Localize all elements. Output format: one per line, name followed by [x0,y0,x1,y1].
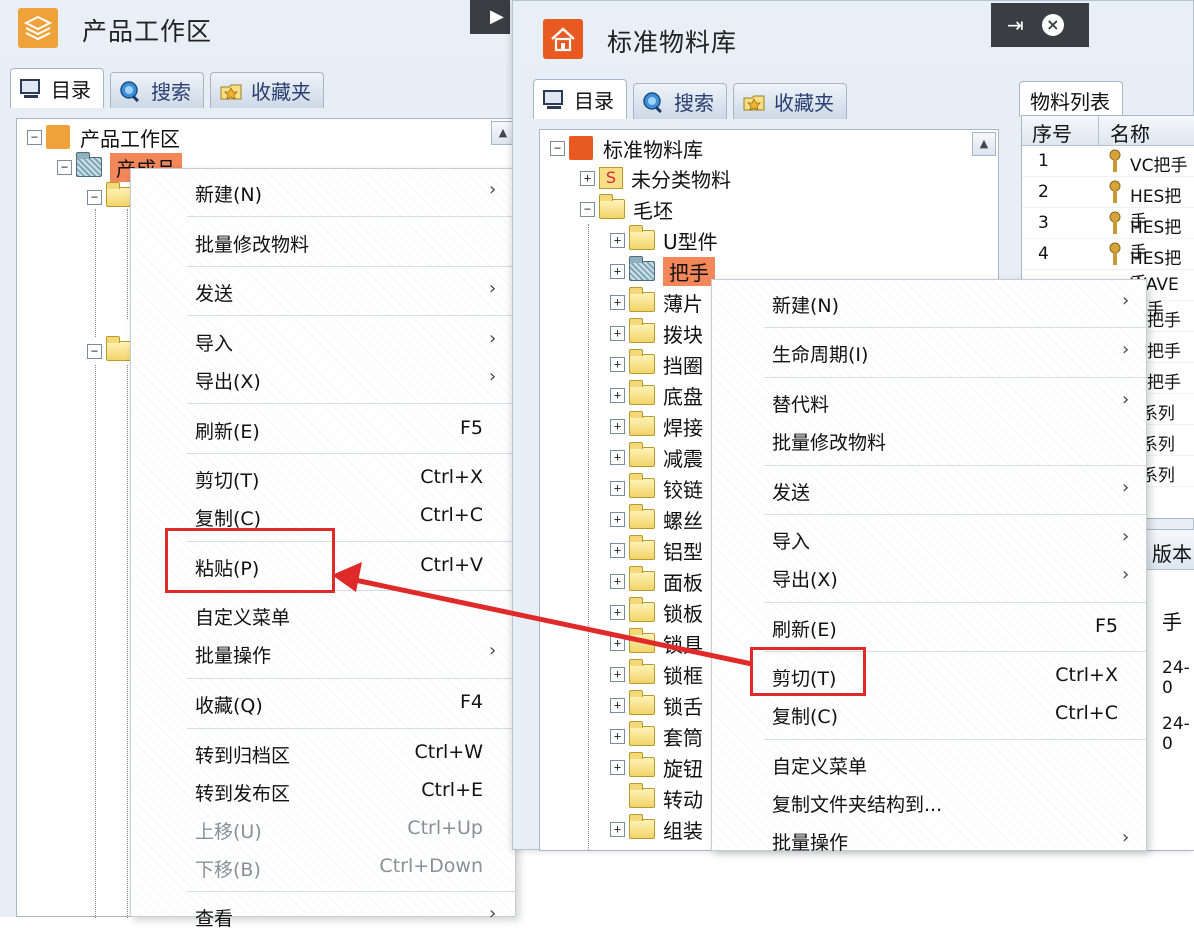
annotation-arrow [332,562,753,667]
